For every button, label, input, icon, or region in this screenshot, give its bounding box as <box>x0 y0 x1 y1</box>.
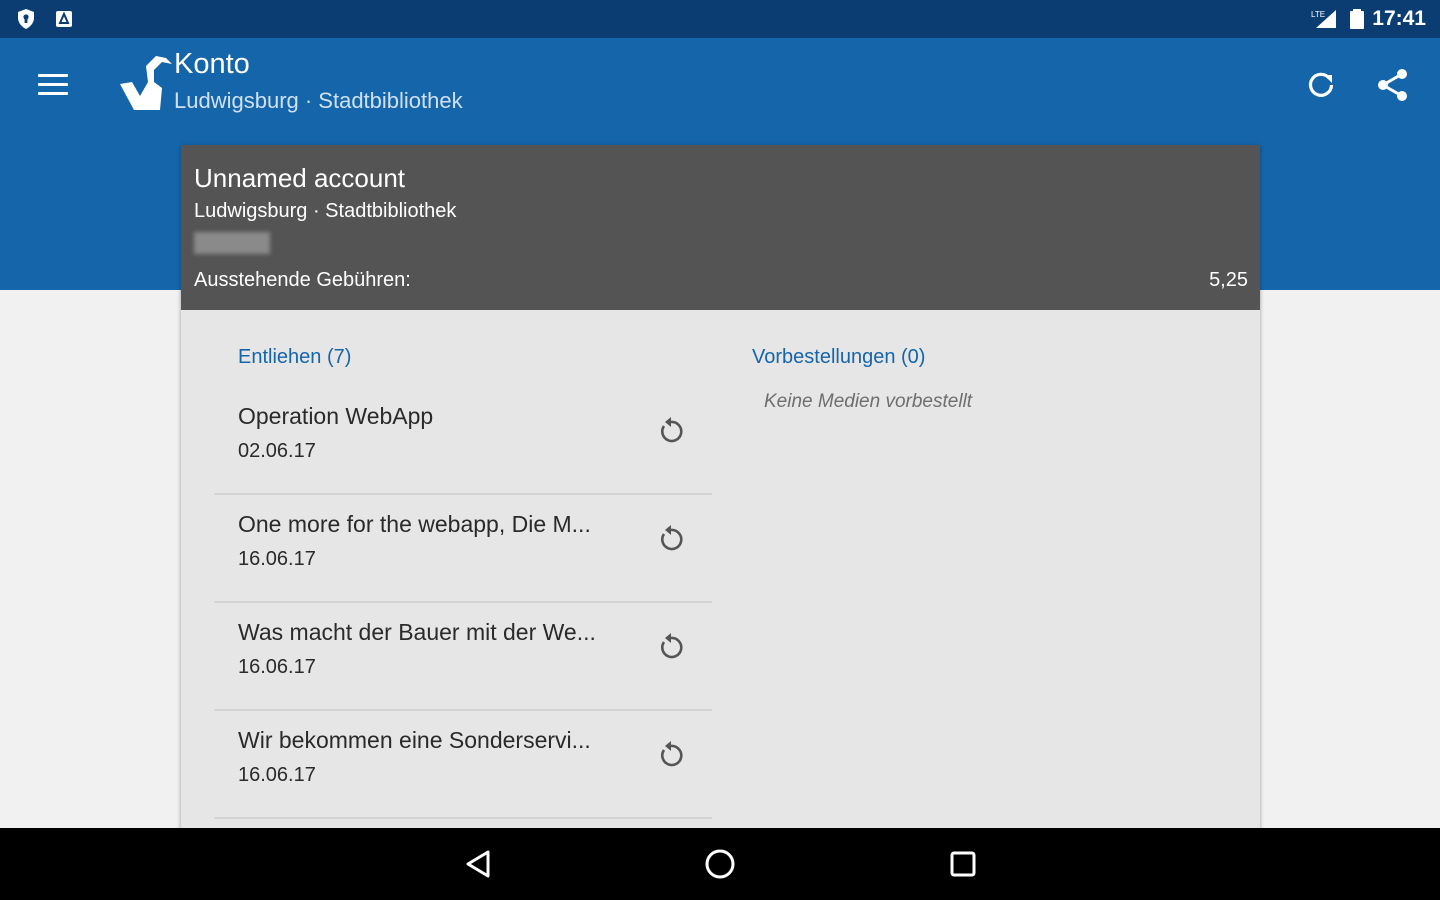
loan-date: 16.06.17 <box>238 548 316 570</box>
fees-label: Ausstehende Gebühren: <box>194 269 411 291</box>
menu-button[interactable] <box>38 72 70 98</box>
clock: 17:41 <box>1372 7 1426 30</box>
app-notification-icon <box>56 11 72 27</box>
loan-title: One more for the webapp, Die M... <box>238 511 591 537</box>
signal-icon: LTE <box>1311 10 1336 28</box>
renew-icon[interactable] <box>654 414 688 448</box>
renew-icon[interactable] <box>654 630 688 664</box>
loan-date: 16.06.17 <box>238 764 316 786</box>
loan-date: 16.06.17 <box>238 656 316 678</box>
recents-button[interactable] <box>945 846 981 882</box>
account-name: Unnamed account <box>194 163 406 193</box>
app-logo <box>120 56 172 110</box>
refresh-button[interactable] <box>1302 66 1340 104</box>
svg-text:LTE: LTE <box>1311 10 1325 19</box>
account-library: Ludwigsburg · Stadtbibliothek <box>194 200 457 222</box>
reservations-section-title[interactable]: Vorbestellungen (0) <box>752 346 925 369</box>
loans-section-title[interactable]: Entliehen (7) <box>238 346 351 369</box>
loan-item[interactable]: One more for the webapp, Die M... 16.06.… <box>214 493 712 603</box>
renew-icon[interactable] <box>654 738 688 772</box>
loan-title: Operation WebApp <box>238 403 434 429</box>
renew-icon[interactable] <box>654 522 688 556</box>
loan-title: Wir bekommen eine Sonderservi... <box>238 727 591 753</box>
shield-icon <box>18 9 34 29</box>
fees-value: 5,25 <box>1209 269 1248 291</box>
account-header: Unnamed account Ludwigsburg · Stadtbibli… <box>181 145 1260 310</box>
navigation-bar <box>0 828 1440 900</box>
loan-item[interactable]: Wir bekommen eine Sonderservi... 16.06.1… <box>214 709 712 819</box>
battery-icon <box>1350 9 1364 29</box>
page-subtitle: Ludwigsburg · Stadtbibliothek <box>174 88 463 113</box>
reservations-empty-text: Keine Medien vorbestellt <box>764 391 973 412</box>
page-title: Konto <box>174 48 250 80</box>
share-button[interactable] <box>1374 66 1412 104</box>
loan-date: 02.06.17 <box>238 440 316 462</box>
loan-item[interactable]: Operation WebApp 02.06.17 <box>214 385 712 495</box>
account-id-redacted <box>194 232 270 254</box>
back-button[interactable] <box>460 846 496 882</box>
home-button[interactable] <box>702 846 738 882</box>
status-bar: LTE 17:41 <box>0 0 1440 38</box>
loan-item[interactable]: Was macht der Bauer mit der We... 16.06.… <box>214 601 712 711</box>
loan-title: Was macht der Bauer mit der We... <box>238 619 596 645</box>
account-card: Unnamed account Ludwigsburg · Stadtbibli… <box>181 145 1260 835</box>
